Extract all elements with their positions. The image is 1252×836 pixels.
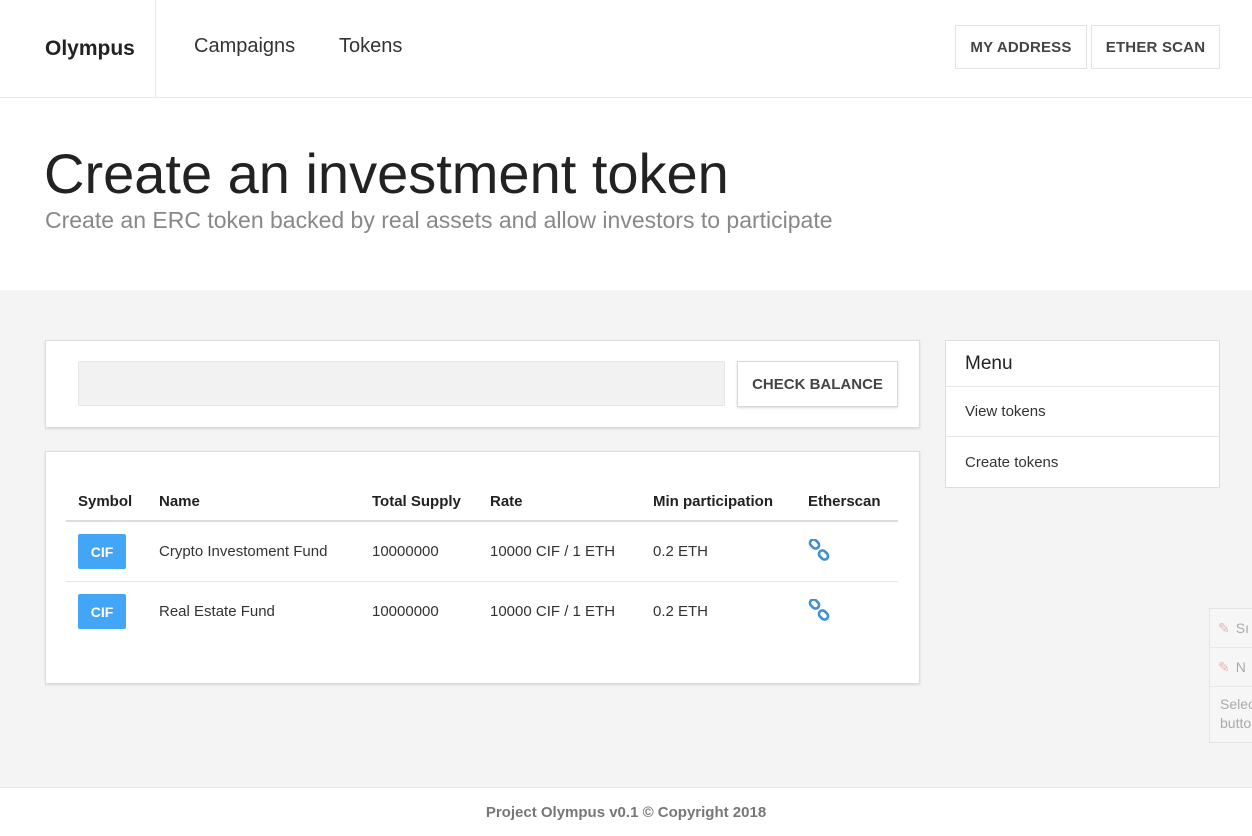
popup-hint-line: butto	[1220, 715, 1252, 731]
menu-item-create-tokens[interactable]: Create tokens	[946, 437, 1219, 487]
plugin-icon: ✎	[1218, 658, 1230, 675]
name-cell: Real Estate Fund	[159, 603, 275, 620]
balance-card: CHECK BALANCE	[45, 340, 920, 428]
plugin-icon: ✎	[1218, 619, 1230, 636]
table-row: CIF Real Estate Fund 10000000 10000 CIF …	[66, 582, 898, 642]
popup-row-label: Sı	[1235, 620, 1249, 636]
name-cell: Crypto Investoment Fund	[147, 521, 360, 582]
etherscan-cell	[796, 521, 898, 582]
col-min-participation: Min participation	[641, 482, 796, 522]
content-area: CHECK BALANCE Symbol Name Total Supply R…	[0, 290, 1252, 787]
partial-popup: ✎ Sı ✎ N Selec butto	[1209, 608, 1252, 743]
menu-title: Menu	[946, 341, 1219, 387]
side-menu: Menu View tokens Create tokens	[945, 340, 1220, 488]
footer: Project Olympus v0.1 © Copyright 2018	[0, 787, 1252, 836]
popup-hint: Selec butto	[1210, 687, 1252, 733]
page-subtitle: Create an ERC token backed by real asset…	[45, 207, 833, 233]
min-participation-cell: 0.2 ETH	[653, 603, 709, 620]
menu-item-view-tokens[interactable]: View tokens	[946, 387, 1219, 437]
symbol-cell: CIF	[66, 521, 147, 582]
col-etherscan: Etherscan	[796, 482, 898, 522]
link-icon[interactable]	[808, 597, 830, 625]
min-participation-cell: 0.2 ETH	[641, 521, 796, 582]
brand-logo[interactable]: Olympus	[0, 0, 156, 97]
nav-link-tokens[interactable]: Tokens	[339, 35, 402, 58]
etherscan-cell	[796, 582, 898, 642]
col-symbol: Symbol	[66, 482, 147, 522]
top-navbar: Olympus Campaigns Tokens MY ADDRESS ETHE…	[0, 0, 1252, 98]
table-header-row: Symbol Name Total Supply Rate Min partic…	[66, 482, 898, 522]
col-total-supply: Total Supply	[360, 482, 478, 522]
nav-link-campaigns[interactable]: Campaigns	[194, 35, 295, 58]
address-input[interactable]	[78, 361, 725, 406]
popup-hint-line: Selec	[1220, 696, 1252, 712]
symbol-cell: CIF	[66, 582, 147, 642]
tokens-card: Symbol Name Total Supply Rate Min partic…	[45, 451, 920, 684]
tokens-table: Symbol Name Total Supply Rate Min partic…	[66, 482, 898, 641]
total-supply-cell: 10000000	[360, 521, 478, 582]
ether-scan-button[interactable]: ETHER SCAN	[1091, 25, 1220, 69]
rate-cell: 10000 CIF / 1 ETH	[478, 521, 641, 582]
popup-row[interactable]: ✎ N	[1210, 648, 1252, 687]
popup-row[interactable]: ✎ Sı	[1210, 609, 1252, 648]
total-supply-cell: 10000000	[372, 603, 439, 620]
my-address-button[interactable]: MY ADDRESS	[955, 25, 1087, 69]
link-icon[interactable]	[808, 537, 830, 565]
page-title: Create an investment token	[44, 142, 729, 205]
col-name: Name	[147, 482, 360, 522]
rate-cell: 10000 CIF / 1 ETH	[490, 603, 616, 620]
symbol-badge: CIF	[78, 534, 126, 569]
symbol-badge: CIF	[78, 594, 126, 629]
table-row: CIF Crypto Investoment Fund 10000000 100…	[66, 521, 898, 582]
check-balance-button[interactable]: CHECK BALANCE	[737, 361, 898, 407]
col-rate: Rate	[478, 482, 641, 522]
popup-row-label: N	[1235, 659, 1246, 675]
